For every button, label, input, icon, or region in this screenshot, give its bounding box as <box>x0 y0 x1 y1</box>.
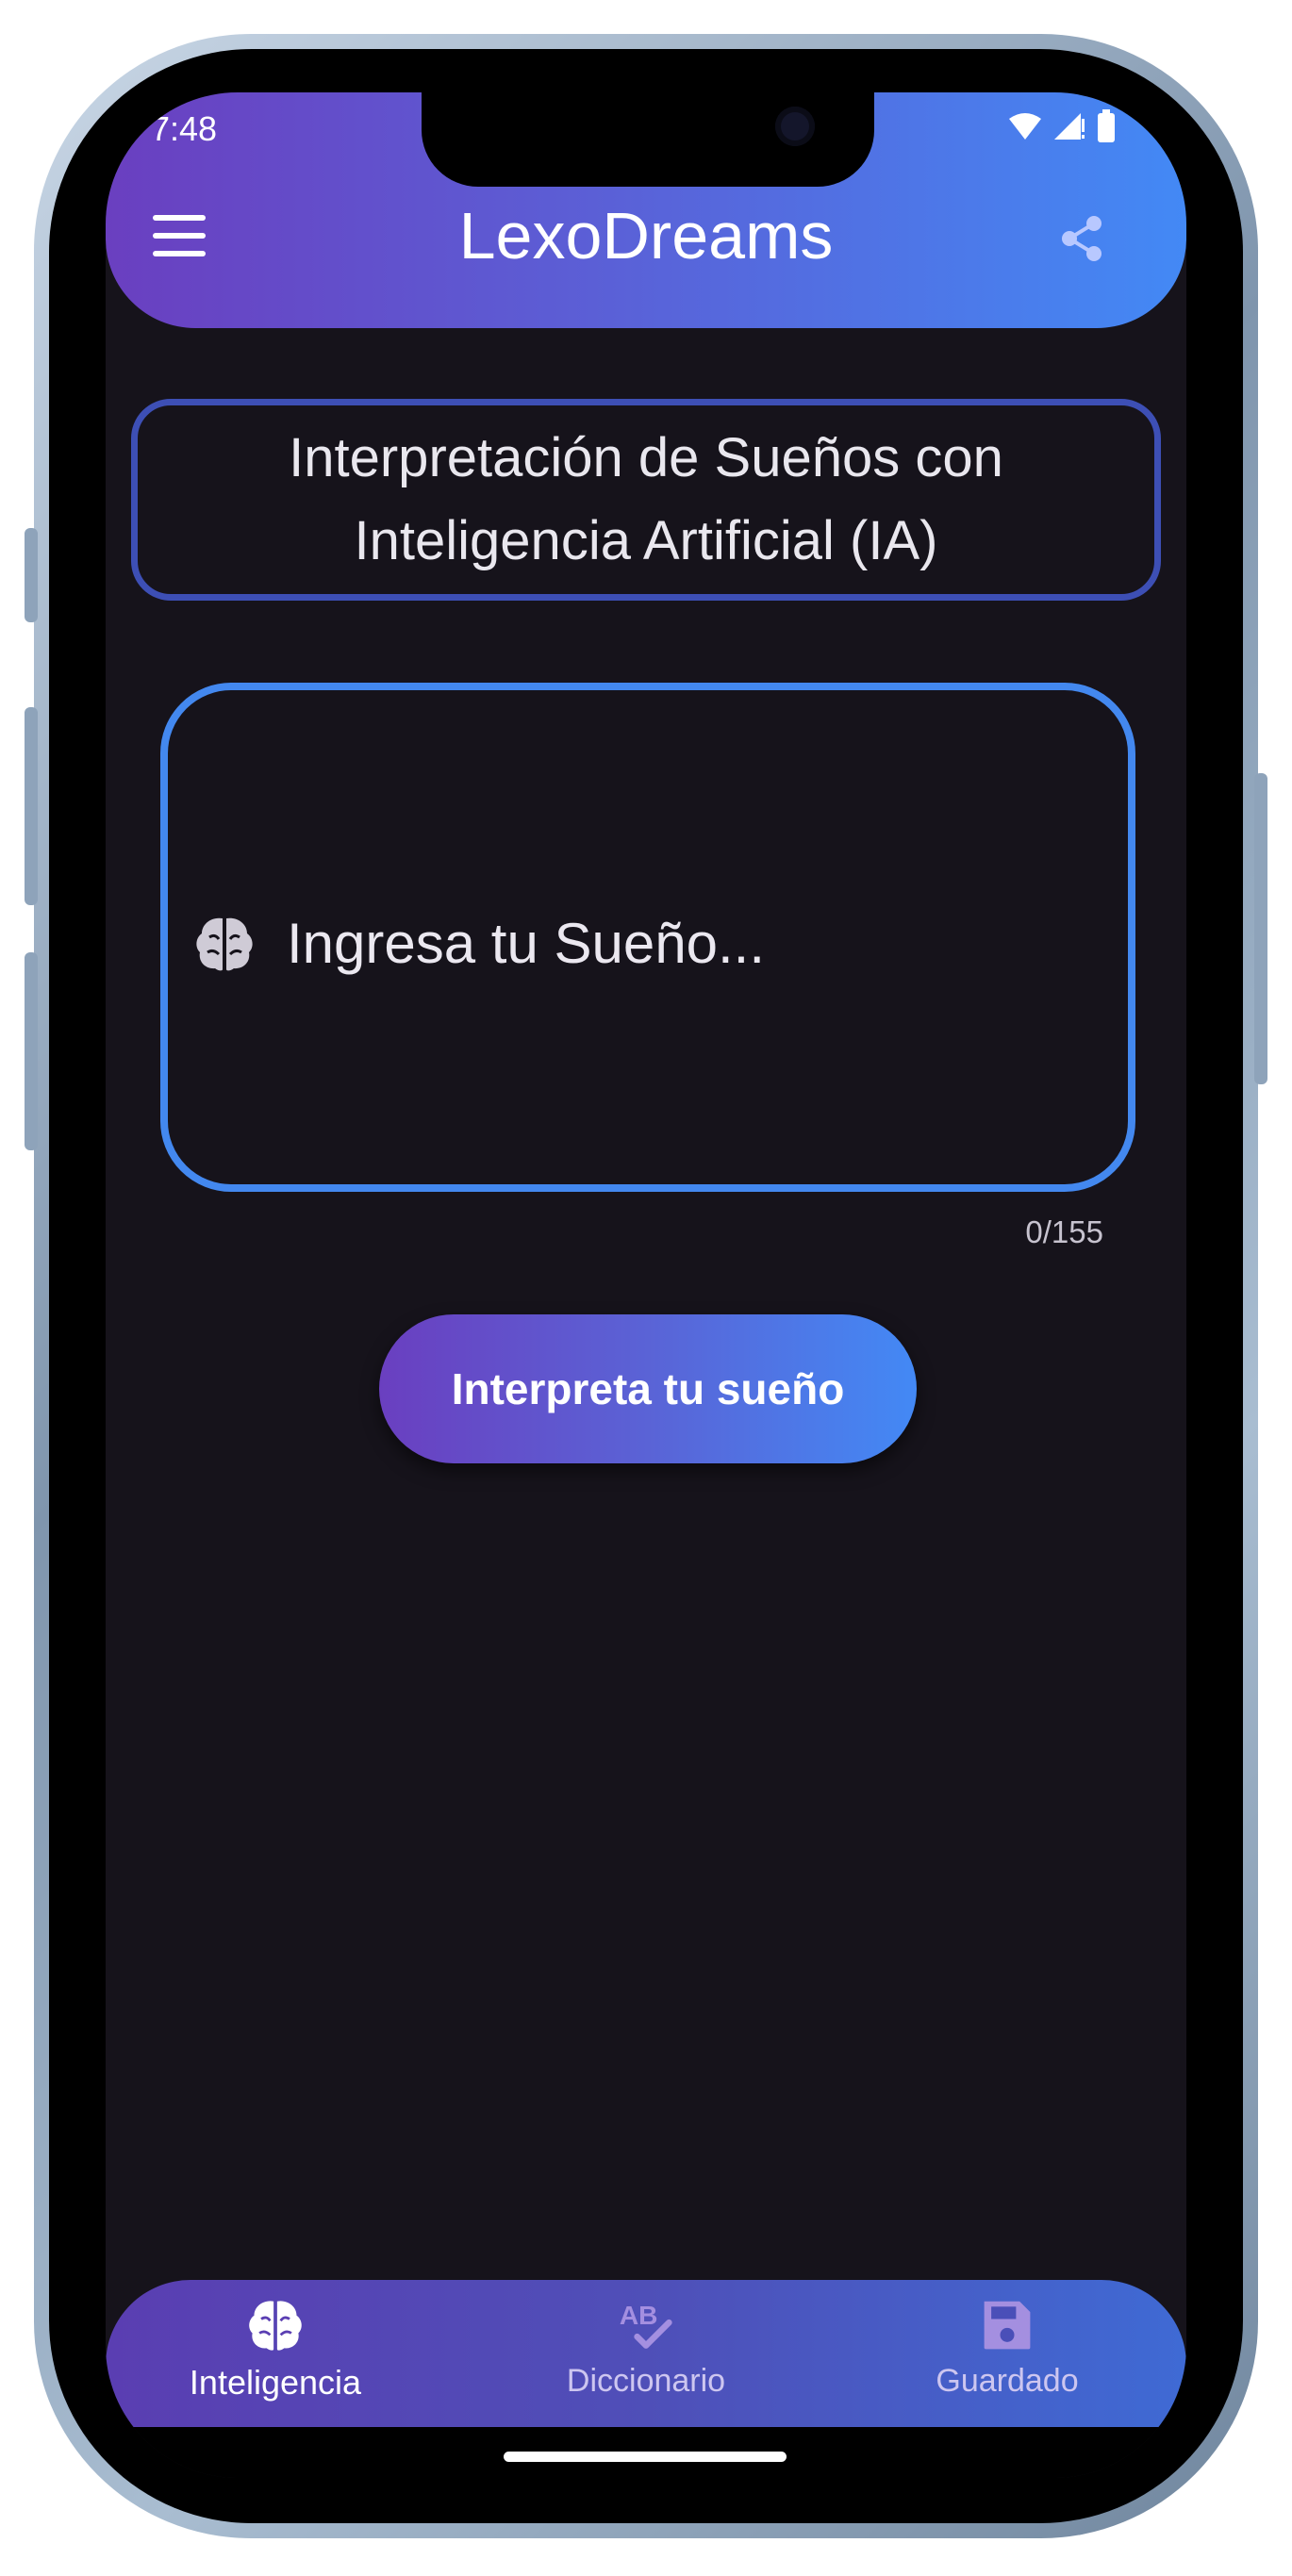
screen: 7:48 LexoDreams Interpretación de Sueños… <box>106 92 1186 2478</box>
nav-item-guardado[interactable]: Guardado <box>866 2280 1149 2427</box>
nav-item-inteligencia[interactable]: Inteligencia <box>134 2280 417 2427</box>
volume-down-button <box>25 952 38 1150</box>
dream-input[interactable]: Ingresa tu Sueño... <box>160 683 1135 1192</box>
status-time: 7:48 <box>151 109 218 148</box>
spellcheck-icon: AB <box>620 2301 672 2349</box>
dream-input-placeholder: Ingresa tu Sueño... <box>287 912 766 975</box>
svg-text:AB: AB <box>620 2301 658 2330</box>
app-title: LexoDreams <box>458 199 834 272</box>
front-camera <box>775 107 815 146</box>
home-indicator[interactable] <box>504 2452 787 2462</box>
notch <box>422 92 874 187</box>
wifi-icon <box>1009 113 1041 140</box>
share-icon[interactable] <box>1060 215 1103 262</box>
interpret-dream-button[interactable]: Interpreta tu sueño <box>379 1314 917 1463</box>
nav-item-diccionario[interactable]: AB Diccionario <box>505 2280 787 2427</box>
bottom-navigation: Inteligencia AB Diccionario Guardado <box>106 2280 1186 2427</box>
section-title-box: Interpretación de Sueños con Inteligenci… <box>131 399 1161 601</box>
nav-label-guardado: Guardado <box>936 2363 1079 2399</box>
save-icon <box>984 2301 1031 2350</box>
section-title: Interpretación de Sueños con Inteligenci… <box>289 427 1003 571</box>
character-counter: 0/155 <box>1025 1214 1103 1249</box>
nav-label-diccionario: Diccionario <box>566 2363 726 2399</box>
volume-up-button <box>25 707 38 905</box>
brain-icon <box>196 917 253 971</box>
signal-icon <box>1054 113 1085 140</box>
battery-icon <box>1098 109 1115 142</box>
power-button <box>1254 773 1267 1084</box>
status-icons <box>1007 109 1117 143</box>
brain-icon <box>249 2301 302 2351</box>
mute-switch <box>25 528 38 622</box>
nav-label-inteligencia: Inteligencia <box>189 2363 362 2402</box>
